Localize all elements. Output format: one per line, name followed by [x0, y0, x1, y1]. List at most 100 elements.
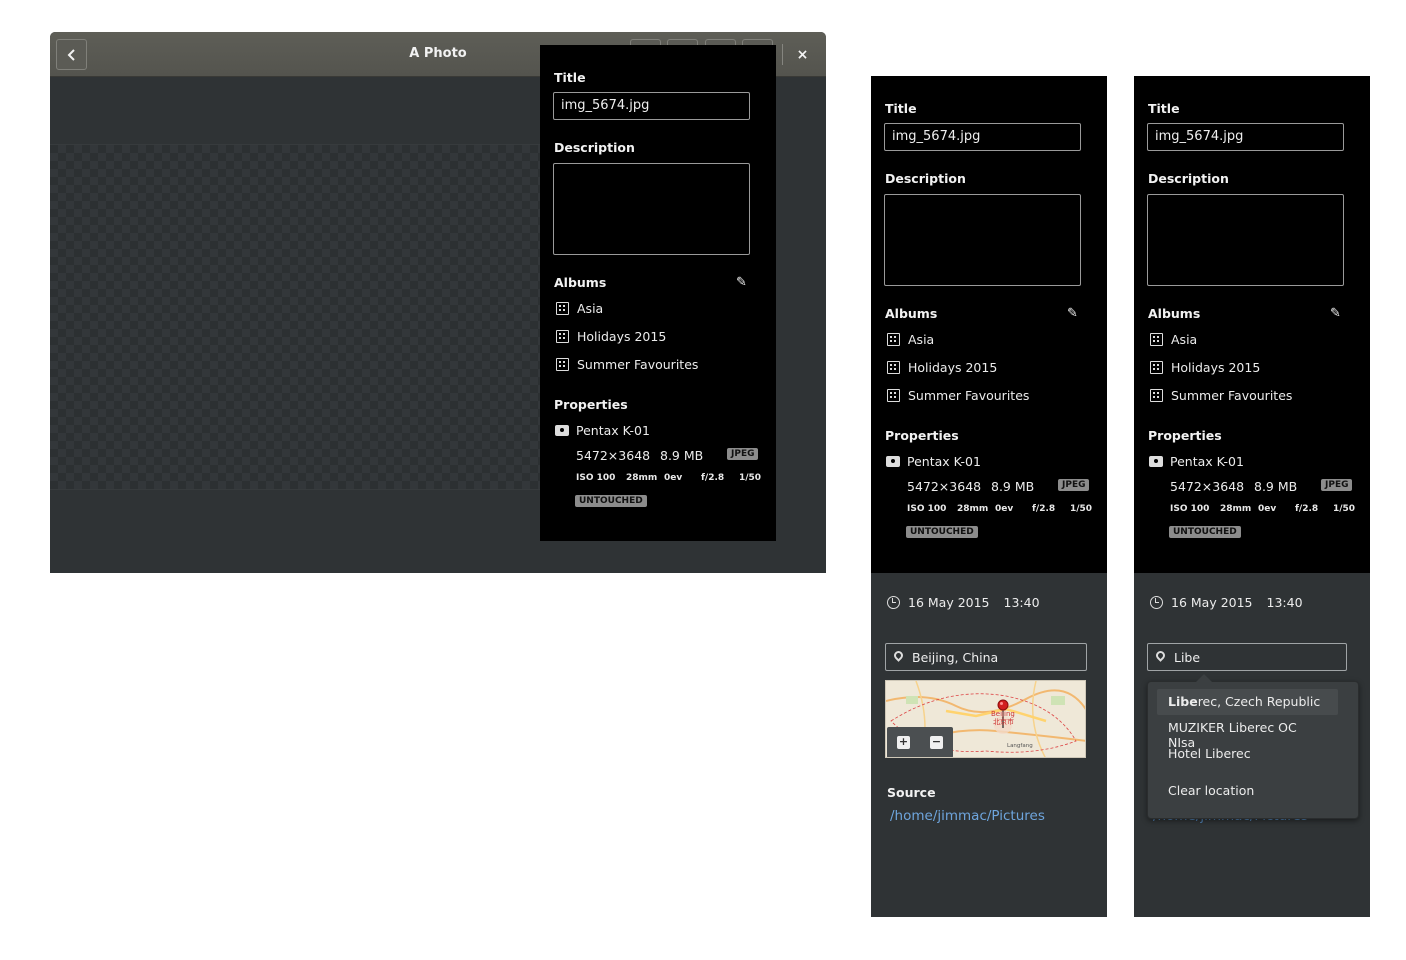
edit-albums-pencil-icon[interactable]: ✎ [736, 275, 747, 290]
state-badge: UNTOUCHED [906, 526, 978, 538]
album-item[interactable]: Summer Favourites [556, 357, 698, 372]
state-badge: UNTOUCHED [575, 495, 647, 507]
album-item[interactable]: Summer Favourites [1150, 388, 1292, 403]
aperture: f/2.8 [701, 473, 725, 483]
album-icon [556, 302, 569, 315]
description-label: Description [885, 171, 966, 186]
location-field[interactable]: Beijing, China [885, 643, 1087, 671]
focal-length: 28mm [626, 473, 658, 483]
camera-icon [886, 456, 900, 467]
image-dimensions: 5472×3648 [1170, 479, 1245, 494]
headerbar-separator [782, 44, 783, 65]
photo-transparency-area[interactable] [50, 144, 590, 490]
description-field[interactable] [884, 194, 1081, 286]
focal-length: 28mm [1220, 504, 1252, 514]
format-badge: JPEG [727, 448, 759, 460]
album-item[interactable]: Asia [556, 301, 603, 316]
properties-label: Properties [1148, 428, 1222, 443]
albums-label: Albums [885, 306, 938, 321]
properties-panel-variant-3: Title img_5674.jpg Description Albums ✎ … [1134, 76, 1370, 573]
properties-label: Properties [885, 428, 959, 443]
date-time[interactable]: 16 May 2015 13:40 [887, 595, 1040, 610]
album-item[interactable]: Summer Favourites [887, 388, 1029, 403]
suggestion-item[interactable]: Liberec, Czech Republic [1157, 689, 1338, 715]
properties-label: Properties [554, 397, 628, 412]
suggestion-item[interactable]: MUZIKER Liberec OC NIsa [1157, 715, 1338, 750]
camera-icon [555, 425, 569, 436]
album-icon [1150, 361, 1163, 374]
image-dimensions: 5472×3648 [576, 448, 651, 463]
location-pin-icon [1154, 649, 1167, 662]
clear-location-item[interactable]: Clear location [1157, 778, 1338, 804]
clock-icon [1150, 596, 1163, 609]
file-size: 8.9 MB [991, 479, 1035, 494]
map-label-town: Langfang [1007, 743, 1033, 749]
camera-icon [1149, 456, 1163, 467]
album-icon [1150, 389, 1163, 402]
properties-panel-variant-2: Title img_5674.jpg Description Albums ✎ … [871, 76, 1107, 573]
exposure-comp: 0ev [1258, 504, 1277, 514]
album-item[interactable]: Holidays 2015 [887, 360, 997, 375]
title-label: Title [554, 70, 586, 85]
map-label-city-zh: 北京市 [993, 717, 1014, 726]
iso-value: ISO 100 [907, 504, 947, 514]
properties-panel-main: Title img_5674.jpg Description Albums ✎ … [540, 45, 776, 541]
exposure-comp: 0ev [664, 473, 683, 483]
aperture: f/2.8 [1032, 504, 1056, 514]
album-icon [887, 389, 900, 402]
description-field[interactable] [1147, 194, 1344, 286]
location-search-field[interactable]: Libe [1147, 643, 1347, 671]
date-time[interactable]: 16 May 2015 13:40 [1150, 595, 1303, 610]
focal-length: 28mm [957, 504, 989, 514]
album-item[interactable]: Asia [1150, 332, 1197, 347]
details-panel-variant-2: 16 May 2015 13:40 Beijing, China Beijing… [871, 573, 1107, 917]
camera-model: Pentax K-01 [1149, 454, 1244, 469]
album-icon [1150, 333, 1163, 346]
close-button[interactable]: × [792, 44, 813, 65]
title-field[interactable]: img_5674.jpg [553, 92, 750, 120]
camera-model: Pentax K-01 [886, 454, 981, 469]
photo-canvas [50, 77, 590, 573]
album-icon [887, 361, 900, 374]
source-label: Source [887, 785, 936, 800]
description-label: Description [1148, 171, 1229, 186]
suggestion-item[interactable]: Hotel Liberec [1157, 741, 1338, 767]
iso-value: ISO 100 [1170, 504, 1210, 514]
zoom-in-button[interactable]: + [897, 736, 910, 749]
album-item[interactable]: Holidays 2015 [1150, 360, 1260, 375]
title-label: Title [1148, 101, 1180, 116]
map-label-city: Beijing [991, 710, 1015, 718]
clock-icon [887, 596, 900, 609]
album-item[interactable]: Holidays 2015 [556, 329, 666, 344]
location-suggestions-popover: Liberec, Czech Republic MUZIKER Liberec … [1147, 674, 1359, 819]
albums-label: Albums [554, 275, 607, 290]
album-item[interactable]: Asia [887, 332, 934, 347]
format-badge: JPEG [1058, 479, 1090, 491]
album-icon [887, 333, 900, 346]
format-badge: JPEG [1321, 479, 1353, 491]
shutter-speed: 1/50 [1070, 504, 1093, 514]
title-field[interactable]: img_5674.jpg [884, 123, 1081, 151]
map-zoom-controls: + − [887, 727, 953, 757]
edit-albums-pencil-icon[interactable]: ✎ [1067, 306, 1078, 321]
file-size: 8.9 MB [1254, 479, 1298, 494]
file-size: 8.9 MB [660, 448, 704, 463]
camera-model: Pentax K-01 [555, 423, 650, 438]
iso-value: ISO 100 [576, 473, 616, 483]
location-pin-icon [892, 649, 905, 662]
state-badge: UNTOUCHED [1169, 526, 1241, 538]
location-map[interactable]: Beijing 北京市 Langfang + − [885, 680, 1086, 758]
album-icon [556, 358, 569, 371]
shutter-speed: 1/50 [739, 473, 762, 483]
zoom-out-button[interactable]: − [930, 736, 943, 749]
aperture: f/2.8 [1295, 504, 1319, 514]
close-icon: × [796, 46, 809, 63]
edit-albums-pencil-icon[interactable]: ✎ [1330, 306, 1341, 321]
title-field[interactable]: img_5674.jpg [1147, 123, 1344, 151]
albums-label: Albums [1148, 306, 1201, 321]
description-field[interactable] [553, 163, 750, 255]
title-label: Title [885, 101, 917, 116]
source-path-link[interactable]: /home/jimmac/Pictures [890, 808, 1045, 824]
album-icon [556, 330, 569, 343]
shutter-speed: 1/50 [1333, 504, 1356, 514]
